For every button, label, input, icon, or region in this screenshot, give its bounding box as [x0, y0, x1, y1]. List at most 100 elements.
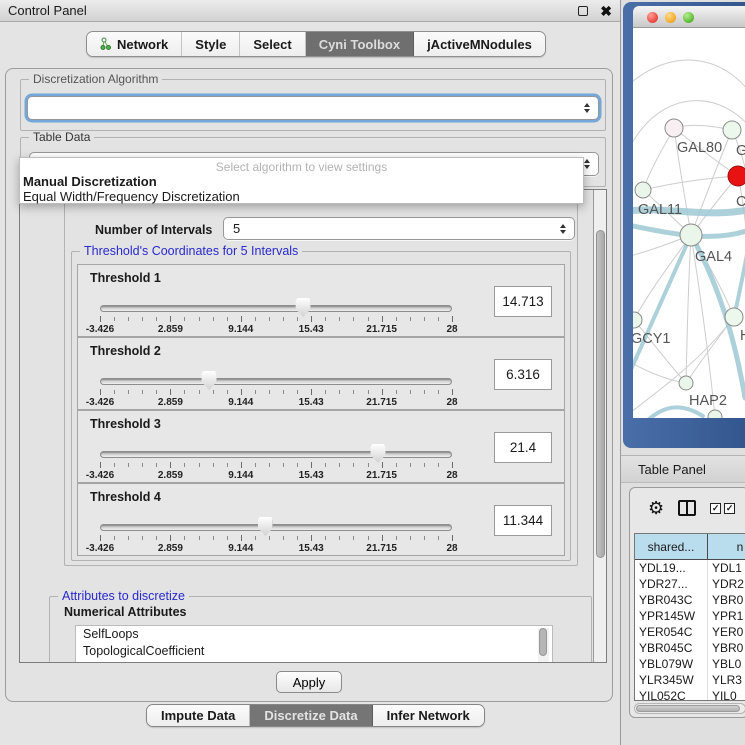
number-of-intervals-combobox[interactable]: 5 [223, 217, 575, 240]
table-row[interactable]: YIL052CYIL0 [635, 688, 745, 701]
table-row[interactable]: YBR045CYBR0 [635, 640, 745, 656]
mac-minimize-icon[interactable] [665, 12, 676, 23]
table-cell[interactable]: YDL1 [708, 560, 745, 576]
table-row[interactable]: YPR145WYPR1 [635, 608, 745, 624]
network-node[interactable] [665, 119, 683, 137]
table-column-header[interactable]: n [708, 534, 745, 560]
slider-thumb[interactable] [296, 298, 311, 317]
checkbox-checked-icon[interactable]: ✓ [710, 503, 721, 514]
table-cell[interactable]: YIL052C [635, 688, 708, 701]
threshold-slider[interactable]: -3.4262.8599.14415.4321.71528 [100, 370, 452, 410]
tab-impute-data[interactable]: Impute Data [147, 705, 250, 726]
table-cell[interactable]: YDR2 [708, 576, 745, 592]
attribute-item[interactable]: SelfLoops [76, 626, 552, 643]
tab-jactivemnodules[interactable]: jActiveMNodules [414, 32, 545, 56]
float-window-icon[interactable] [578, 6, 588, 16]
attributes-group-title: Attributes to discretize [58, 590, 189, 603]
mac-close-icon[interactable] [647, 12, 658, 23]
table-cell[interactable]: YDR27... [635, 576, 708, 592]
table-cell[interactable]: YIL0 [708, 688, 745, 701]
slider-thumb[interactable] [371, 444, 386, 463]
threshold-slider[interactable]: -3.4262.8599.14415.4321.71528 [100, 297, 452, 337]
slider-tick [297, 390, 298, 394]
threshold-slider[interactable]: -3.4262.8599.14415.4321.71528 [100, 516, 452, 556]
table-row[interactable]: YLR345WYLR3 [635, 672, 745, 688]
network-node[interactable] [635, 182, 651, 198]
scrollbar-thumb[interactable] [636, 705, 740, 712]
attribute-item[interactable]: TopologicalCoefficient [76, 643, 552, 660]
network-node[interactable] [679, 376, 693, 390]
tab-infer-network[interactable]: Infer Network [373, 705, 484, 726]
table-cell[interactable]: YDL19... [635, 560, 708, 576]
table-row[interactable]: YDR27...YDR2 [635, 576, 745, 592]
network-node[interactable] [633, 312, 642, 328]
slider-tick [170, 535, 171, 541]
close-panel-icon[interactable]: ✖ [600, 4, 612, 18]
tab-cyni-toolbox[interactable]: Cyni Toolbox [306, 32, 414, 56]
table-cell[interactable]: YPR145W [635, 608, 708, 624]
settings-vertical-scrollbar[interactable] [593, 190, 606, 662]
dropdown-option[interactable]: Manual Discretization [20, 174, 583, 189]
slider-tick [213, 463, 214, 467]
gear-icon[interactable]: ⚙ [648, 499, 664, 517]
network-view-window[interactable]: GAL80GCGAL11GAL4HGCY1HAP2 [623, 2, 745, 448]
table-cell[interactable]: YBR043C [635, 592, 708, 608]
table-cell[interactable]: YBR0 [708, 640, 745, 656]
table-row[interactable]: YER054CYER0 [635, 624, 745, 640]
slider-tick [438, 390, 439, 394]
table-cell[interactable]: YER054C [635, 624, 708, 640]
table-cell[interactable]: YBL0 [708, 656, 745, 672]
table-column-header[interactable]: shared... [635, 534, 708, 560]
slider-track[interactable] [100, 524, 452, 531]
network-node[interactable] [708, 410, 722, 418]
table-row[interactable]: YBR043CYBR0 [635, 592, 745, 608]
table-cell[interactable]: YBR0 [708, 592, 745, 608]
threshold-value-field[interactable]: 11.344 [494, 505, 552, 536]
node-table[interactable]: shared...n YDL19...YDL1YDR27...YDR2YBR04… [634, 533, 745, 701]
network-node[interactable] [680, 224, 702, 246]
mac-zoom-icon[interactable] [683, 12, 694, 23]
network-node[interactable] [725, 308, 743, 326]
slider-track[interactable] [100, 378, 452, 385]
network-node[interactable] [723, 121, 741, 139]
attributes-list-scrollbar[interactable] [538, 628, 549, 663]
table-cell[interactable]: YBL079W [635, 656, 708, 672]
threshold-value-field[interactable]: 14.713 [494, 286, 552, 317]
table-cell[interactable]: YBR045C [635, 640, 708, 656]
table-cell[interactable]: YLR345W [635, 672, 708, 688]
slider-tick [170, 389, 171, 395]
tab-discretize-data[interactable]: Discretize Data [250, 705, 372, 726]
numerical-attributes-list[interactable]: SelfLoopsTopologicalCoefficientBetweenne… [75, 625, 553, 663]
slider-track[interactable] [100, 451, 452, 458]
scrollbar-thumb[interactable] [596, 230, 605, 558]
slider-track[interactable] [100, 305, 452, 312]
table-cell[interactable]: YER0 [708, 624, 745, 640]
algorithm-combobox[interactable] [27, 96, 599, 120]
tab-style[interactable]: Style [182, 32, 240, 56]
column-layout-icon[interactable] [678, 500, 696, 516]
slider-tick [269, 390, 270, 394]
threshold-value-field[interactable]: 21.4 [494, 432, 552, 463]
slider-tick [325, 390, 326, 394]
attribute-item[interactable]: BetweennessCentrality [76, 660, 552, 663]
slider-tick [142, 317, 143, 321]
tab-network[interactable]: Network [87, 32, 182, 56]
table-cell[interactable]: YLR3 [708, 672, 745, 688]
table-row[interactable]: YBL079WYBL0 [635, 656, 745, 672]
apply-button[interactable]: Apply [276, 671, 342, 693]
tab-select[interactable]: Select [240, 32, 305, 56]
slider-thumb[interactable] [202, 371, 217, 390]
network-node[interactable] [728, 166, 745, 186]
checkbox-checked-icon[interactable]: ✓ [724, 503, 735, 514]
network-canvas[interactable]: GAL80GCGAL11GAL4HGCY1HAP2 [633, 28, 745, 418]
tick-label: 9.144 [228, 397, 253, 408]
dropdown-option[interactable]: Equal Width/Frequency Discretization [20, 189, 583, 204]
threshold-slider[interactable]: -3.4262.8599.14415.4321.71528 [100, 443, 452, 483]
select-all-checkboxes[interactable]: ✓ ✓ [710, 503, 735, 514]
table-horizontal-scrollbar[interactable] [634, 703, 745, 714]
slider-thumb[interactable] [258, 517, 273, 536]
table-cell[interactable]: YPR1 [708, 608, 745, 624]
network-window-titlebar[interactable] [633, 6, 745, 28]
table-row[interactable]: YDL19...YDL1 [635, 560, 745, 576]
threshold-value-field[interactable]: 6.316 [494, 359, 552, 390]
